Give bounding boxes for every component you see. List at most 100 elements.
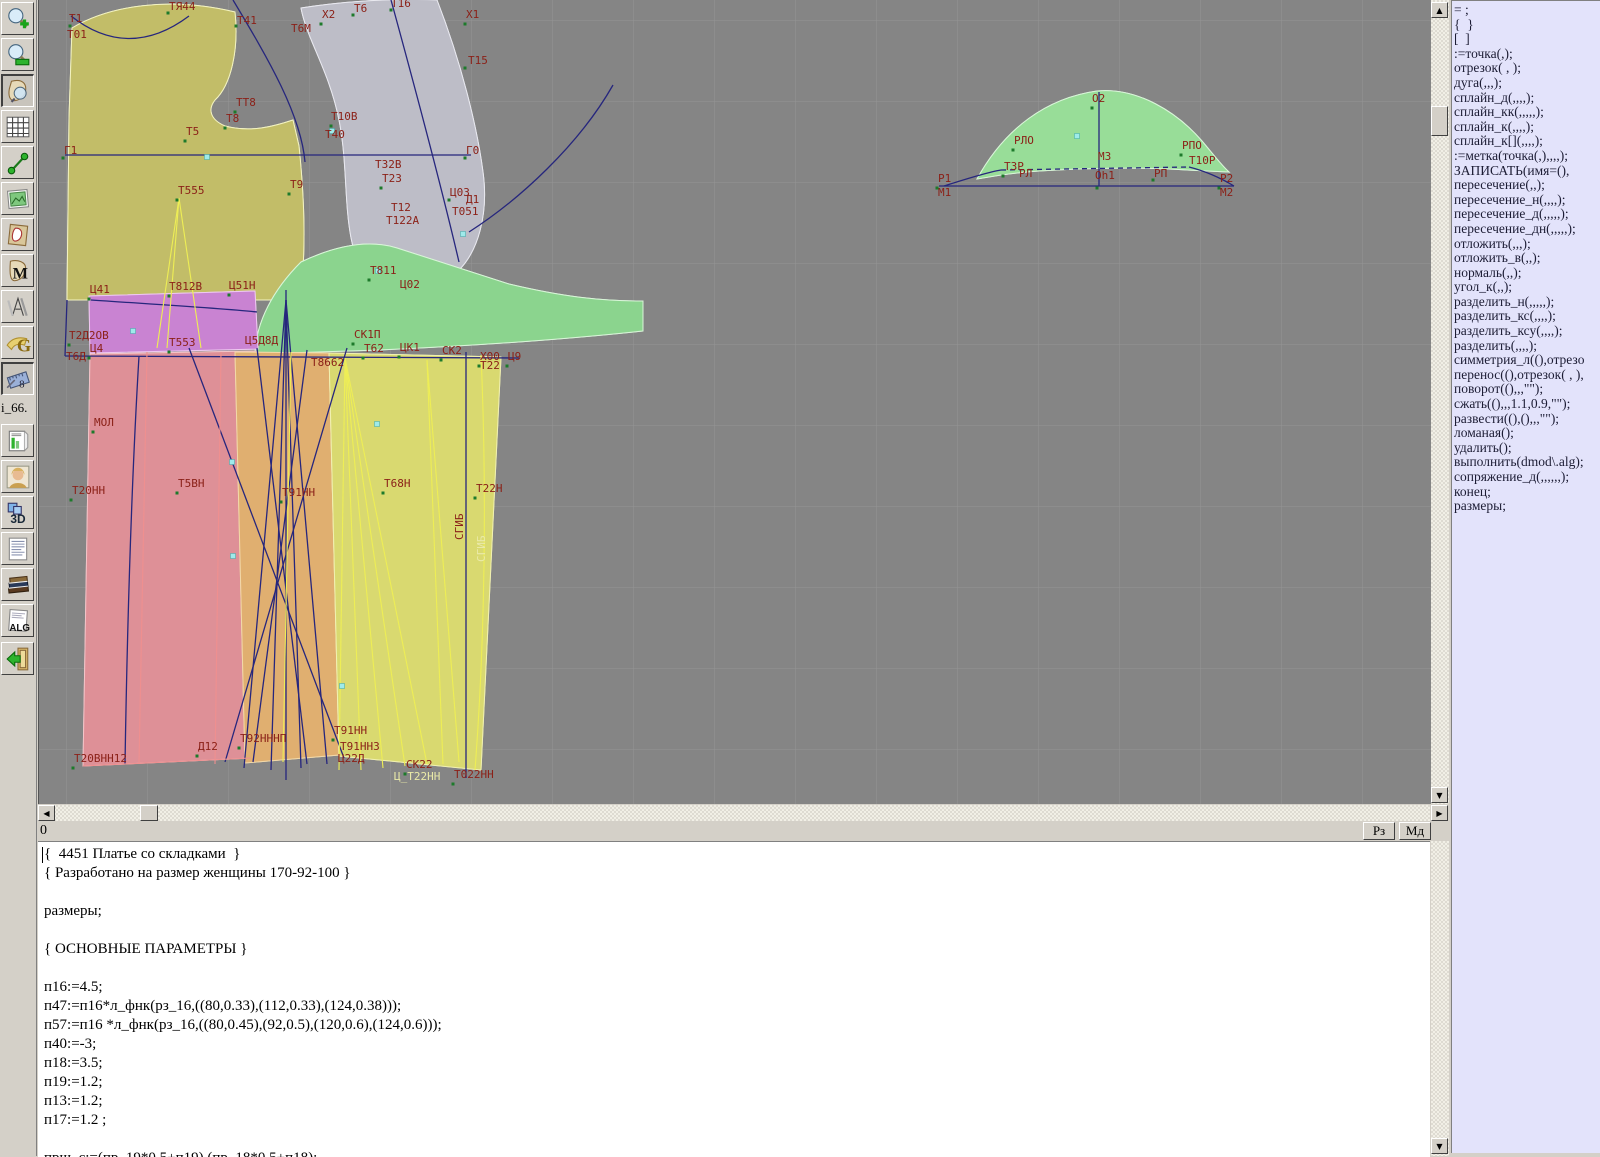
point-label: Т22 — [480, 359, 500, 372]
point-marker-green — [474, 497, 477, 500]
point-label: Ц9 — [508, 350, 521, 363]
point-marker-cyan — [231, 554, 236, 559]
grid-button[interactable] — [1, 110, 34, 143]
function-list-item[interactable]: ЗАПИСАТЬ(имя=(), — [1454, 164, 1600, 179]
algorithm-editor[interactable]: { 4451 Платье со складками }{ Разработан… — [38, 841, 1430, 1157]
function-list-item[interactable]: размеры; — [1454, 499, 1600, 514]
segment-button[interactable] — [1, 146, 34, 179]
view-piece-button[interactable] — [1, 74, 34, 107]
minus-icon — [15, 59, 28, 64]
function-list-item[interactable]: разделить(,,,,); — [1454, 339, 1600, 354]
point-label: Ц41 — [90, 283, 110, 296]
function-list-item[interactable]: сопряжение_д(,,,,,,); — [1454, 470, 1600, 485]
point-marker-green — [464, 67, 467, 70]
function-list-item[interactable]: пересечение_д(,,,,,); — [1454, 207, 1600, 222]
function-list-item[interactable]: пересечение_н(,,,,); — [1454, 193, 1600, 208]
function-list-item[interactable]: сжать((),,,1.1,0.9,""); — [1454, 397, 1600, 412]
point-marker-green — [440, 359, 443, 362]
function-list-item[interactable]: угол_к(,,); — [1454, 280, 1600, 295]
exit-button[interactable] — [1, 642, 34, 675]
function-list-item[interactable]: разделить_ксу(,,,,); — [1454, 324, 1600, 339]
toolbar: M G 8 i_66. 3D ALG — [0, 0, 37, 1156]
point-label: Т6Д — [66, 350, 86, 363]
function-list-item[interactable]: дуга(,,,); — [1454, 76, 1600, 91]
editor-line: п17:=1.2 ; — [44, 1111, 1430, 1130]
point-label: М1 — [938, 186, 951, 199]
scroll-up-button[interactable]: ▲ — [1431, 2, 1448, 18]
portrait-button[interactable] — [1, 460, 34, 493]
point-label: Т1 — [69, 12, 82, 25]
function-list-item[interactable]: симметрия_л((),отрезо — [1454, 353, 1600, 368]
zoom-in-button[interactable] — [1, 2, 34, 35]
function-list-item[interactable]: отложить_в(,,); — [1454, 251, 1600, 266]
function-list-item[interactable]: { } — [1454, 18, 1600, 33]
editor-vscrollbar[interactable] — [1431, 841, 1449, 1156]
function-list-item[interactable]: пересечение(,,); — [1454, 178, 1600, 193]
alg-document-button[interactable]: ALG — [1, 604, 34, 637]
alg-label: ALG — [9, 622, 30, 633]
pattern-sketch-button[interactable] — [1, 218, 34, 251]
point-marker-green — [92, 431, 95, 434]
function-list-item[interactable]: удалить(); — [1454, 441, 1600, 456]
toolbar-item-i66[interactable]: i_66. — [1, 400, 35, 416]
scroll-down-button[interactable]: ▼ — [1431, 787, 1448, 803]
function-list-item[interactable]: нормаль(,,); — [1454, 266, 1600, 281]
editor-scroll-down-button[interactable]: ▼ — [1431, 1138, 1448, 1154]
canvas-hscroll-thumb[interactable] — [140, 805, 158, 821]
function-list-item[interactable]: [ ] — [1454, 32, 1600, 47]
md-button[interactable]: Мд — [1399, 822, 1431, 840]
function-list-item[interactable]: выполнить(dmod\.alg); — [1454, 455, 1600, 470]
function-list-item[interactable]: перенос((),отрезок( , ), — [1454, 368, 1600, 383]
point-marker-green — [288, 193, 291, 196]
point-label: Т12 — [391, 201, 411, 214]
3d-view-button[interactable]: 3D — [1, 496, 34, 529]
scroll-right-button[interactable]: ▶ — [1431, 805, 1448, 821]
point-label: Т812В — [169, 280, 202, 293]
function-list-item[interactable]: сплайн_к(,,,,); — [1454, 120, 1600, 135]
function-list-item[interactable]: развести((),(),,,""); — [1454, 412, 1600, 427]
function-list-item[interactable]: пересечение_дн(,,,,,); — [1454, 222, 1600, 237]
document-list-button[interactable] — [1, 532, 34, 565]
point-label: СГИБ — [475, 535, 488, 562]
ruler-8-button[interactable]: 8 — [1, 362, 34, 395]
function-list-item[interactable]: отложить(,,,); — [1454, 237, 1600, 252]
function-list-item[interactable]: = ; — [1454, 3, 1600, 18]
function-list-item[interactable]: :=метка(точка(,),,,,); — [1454, 149, 1600, 164]
chart-document-button[interactable] — [1, 424, 34, 457]
canvas-hscrollbar[interactable] — [38, 805, 1430, 821]
arrow-left-icon: ◀ — [43, 809, 49, 818]
pattern-m-button[interactable]: M — [1, 254, 34, 287]
image-view-button[interactable] — [1, 182, 34, 215]
rz-button[interactable]: Рз — [1363, 822, 1395, 840]
point-marker-green — [280, 501, 283, 504]
point-marker-green — [168, 351, 171, 354]
function-list-item[interactable]: сплайн_д(,,,,); — [1454, 91, 1600, 106]
point-label: Оh1 — [1095, 169, 1115, 182]
function-list-item[interactable]: разделить_кс(,,,,); — [1454, 309, 1600, 324]
function-list-item[interactable]: ломаная(); — [1454, 426, 1600, 441]
scroll-left-button[interactable]: ◀ — [38, 805, 55, 821]
grazia-g-button[interactable]: G — [1, 326, 34, 359]
drafting-tools-button[interactable] — [1, 290, 34, 323]
point-label: Т553 — [169, 336, 196, 349]
function-list-item[interactable]: сплайн_кк(,,,,,); — [1454, 105, 1600, 120]
editor-line — [44, 959, 1430, 978]
point-label: Т051 — [452, 205, 479, 218]
canvas-vscroll-thumb[interactable] — [1431, 106, 1448, 136]
point-label: РП — [1154, 167, 1167, 180]
function-list-item[interactable]: :=точка(,); — [1454, 47, 1600, 62]
app-window: { "colors":{ "label":"#8b2118","markerGr… — [0, 0, 1600, 1156]
point-label: Т62 — [364, 342, 384, 355]
books-button[interactable] — [1, 568, 34, 601]
function-list-item[interactable]: конец; — [1454, 485, 1600, 500]
function-list-item[interactable]: разделить_н(,,,,,); — [1454, 295, 1600, 310]
function-list-item[interactable]: отрезок( , ); — [1454, 61, 1600, 76]
drawing-canvas[interactable]: Т1Т01ТЯ44Т41Х2Т6Т16Т6МХ1Т15ТТ8Т8Т5Т10ВТ4… — [38, 0, 1431, 804]
function-list-item[interactable]: сплайн_к[](,,,,); — [1454, 134, 1600, 149]
pattern-drawing[interactable]: Т1Т01ТЯ44Т41Х2Т6Т16Т6МХ1Т15ТТ8Т8Т5Т10ВТ4… — [39, 0, 1431, 804]
point-label: Т41 — [237, 14, 257, 27]
point-label: Т40 — [325, 128, 345, 141]
point-label: МОЛ — [94, 416, 114, 429]
function-list-item[interactable]: поворот((),,,""); — [1454, 382, 1600, 397]
zoom-out-button[interactable] — [1, 38, 34, 71]
